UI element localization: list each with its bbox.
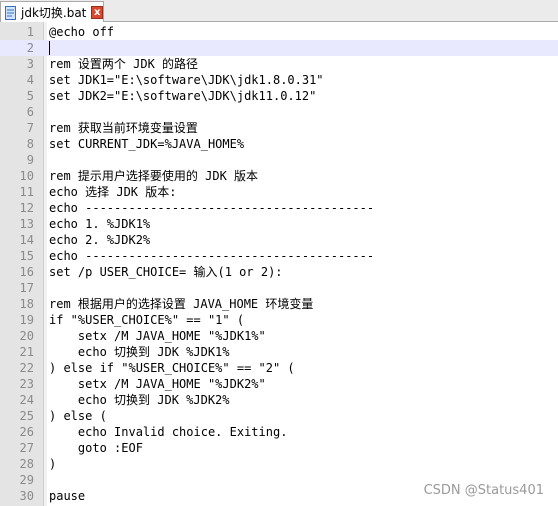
line-text: echo 切换到 JDK %JDK1% [49,345,230,359]
close-tab-icon[interactable]: x [91,5,103,19]
line-number: 14 [19,233,34,247]
line-number: 30 [19,489,34,503]
line-number: 5 [26,89,34,103]
line-number: 27 [19,441,34,455]
line-number: 3 [26,57,34,71]
line-number: 11 [19,185,34,199]
line-number: 6 [26,105,34,119]
code-line[interactable]: 24 echo 切换到 JDK %JDK2% [0,392,558,408]
line-text: echo -----------------------------------… [49,201,375,215]
line-number: 1 [26,25,34,39]
line-number: 17 [19,281,34,295]
line-text: set JDK2="E:\software\JDK\jdk11.0.12" [49,89,317,103]
line-number: 16 [19,265,34,279]
code-line[interactable]: 21 echo 切换到 JDK %JDK1% [0,344,558,360]
file-tab[interactable]: jdk切换.bat x [0,1,104,22]
line-text: ) [49,457,57,471]
code-line[interactable]: 8 set CURRENT_JDK=%JAVA_HOME% [0,136,558,152]
code-line[interactable]: 6 [0,104,558,120]
file-icon [4,5,17,20]
line-number: 4 [26,73,34,87]
code-line[interactable]: 5 set JDK2="E:\software\JDK\jdk11.0.12" [0,88,558,104]
line-text: @echo off [49,25,115,39]
tab-filename: jdk切换.bat [21,5,87,20]
code-editor[interactable]: 1 @echo off 2 3 rem 设置两个 JDK 的路径 4 set JDK1="E… [0,24,558,504]
code-line[interactable]: 17 [0,280,558,296]
line-number: 9 [26,153,34,167]
line-number: 19 [19,313,34,327]
code-line[interactable]: 27 goto :EOF [0,440,558,456]
line-text: set JDK1="E:\software\JDK\jdk1.8.0.31" [49,73,324,87]
line-number: 20 [19,329,34,343]
code-line[interactable]: 16 set /p USER_CHOICE= 输入(1 or 2): [0,264,558,280]
code-line[interactable]: 13 echo 1. %JDK1% [0,216,558,232]
line-number: 26 [19,425,34,439]
line-number: 21 [19,345,34,359]
line-text: pause [49,489,86,503]
code-line[interactable]: 19 if "%USER_CHOICE%" == "1" ( [0,312,558,328]
code-line[interactable]: 3 rem 设置两个 JDK 的路径 [0,56,558,72]
code-line[interactable]: 14 echo 2. %JDK2% [0,232,558,248]
line-number: 12 [19,201,34,215]
line-text: rem 获取当前环境变量设置 [49,121,198,135]
line-text: ) else ( [49,409,107,423]
code-line[interactable]: 2 [0,40,558,56]
code-line[interactable]: 25 ) else ( [0,408,558,424]
code-line[interactable]: 1 @echo off [0,24,558,40]
code-line[interactable]: 15 echo ---------------------------------… [0,248,558,264]
line-number: 8 [26,137,34,151]
line-text: echo -----------------------------------… [49,249,375,263]
code-line[interactable]: 4 set JDK1="E:\software\JDK\jdk1.8.0.31" [0,72,558,88]
code-line[interactable]: 7 rem 获取当前环境变量设置 [0,120,558,136]
code-line[interactable]: 11 echo 选择 JDK 版本: [0,184,558,200]
line-number: 28 [19,457,34,471]
code-line[interactable]: 28) [0,456,558,472]
code-line[interactable]: 20 setx /M JAVA_HOME "%JDK1%" [0,328,558,344]
line-number: 25 [19,409,34,423]
code-line[interactable]: 26 echo Invalid choice. Exiting. [0,424,558,440]
watermark: CSDN @Status401 [423,483,544,498]
code-line[interactable]: 22 ) else if "%USER_CHOICE%" == "2" ( [0,360,558,376]
line-number: 23 [19,377,34,391]
line-number: 10 [19,169,34,183]
code-line[interactable]: 12 echo ---------------------------------… [0,200,558,216]
line-text: set CURRENT_JDK=%JAVA_HOME% [49,137,245,151]
line-number: 13 [19,217,34,231]
line-text: rem 提示用户选择要使用的 JDK 版本 [49,169,259,183]
line-text: echo 切换到 JDK %JDK2% [49,393,230,407]
code-line[interactable]: 23 setx /M JAVA_HOME "%JDK2%" [0,376,558,392]
line-number: 2 [26,41,34,55]
code-line[interactable]: 10 rem 提示用户选择要使用的 JDK 版本 [0,168,558,184]
line-text: echo Invalid choice. Exiting. [49,425,288,439]
line-number: 24 [19,393,34,407]
text-caret [49,41,50,55]
line-number: 29 [19,473,34,487]
line-text: set /p USER_CHOICE= 输入(1 or 2): [49,265,283,279]
line-text: echo 2. %JDK2% [49,233,151,247]
line-text: if "%USER_CHOICE%" == "1" ( [49,313,245,327]
line-number: 15 [19,249,34,263]
code-line[interactable]: 9 [0,152,558,168]
code-line[interactable]: 18 rem 根据用户的选择设置 JAVA_HOME 环境变量 [0,296,558,312]
line-number: 22 [19,361,34,375]
tab-bar: jdk切换.bat x [0,0,558,22]
line-text: setx /M JAVA_HOME "%JDK1%" [49,329,266,343]
line-text: rem 设置两个 JDK 的路径 [49,57,199,71]
line-text: setx /M JAVA_HOME "%JDK2%" [49,377,266,391]
line-number: 7 [26,121,34,135]
line-text: ) else if "%USER_CHOICE%" == "2" ( [49,361,295,375]
line-number: 18 [19,297,34,311]
line-text: echo 选择 JDK 版本: [49,185,177,199]
line-text: echo 1. %JDK1% [49,217,151,231]
line-text: rem 根据用户的选择设置 JAVA_HOME 环境变量 [49,297,314,311]
line-text: goto :EOF [49,441,143,455]
